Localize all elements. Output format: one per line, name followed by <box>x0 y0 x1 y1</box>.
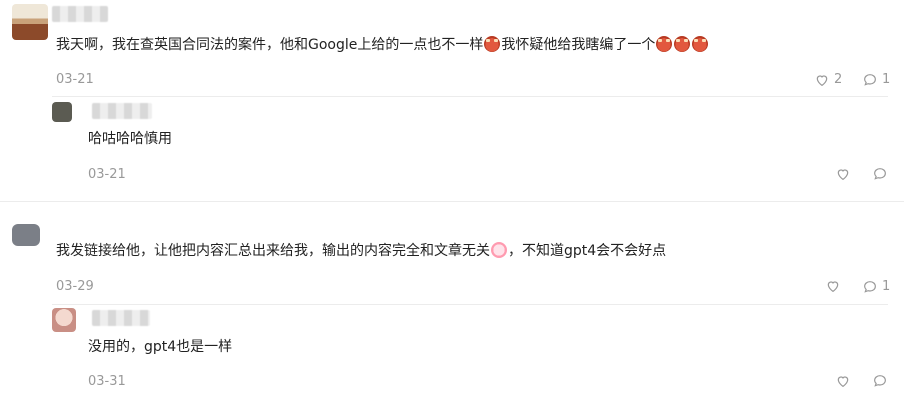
divider <box>52 96 888 97</box>
comment-text-part-2: ，不知道gpt4会不会好点 <box>508 243 667 259</box>
reply-date: 03-31 <box>88 374 126 389</box>
comment-text-part-2: 我怀疑他给我瞎编了一个 <box>501 37 656 53</box>
reply-text: 没用的，gpt4也是一样 <box>88 339 233 355</box>
comment-text: 我发链接给他，让他把内容汇总出来给我，输出的内容完全和文章无关 ，不知道gpt4会… <box>56 240 666 262</box>
reply-username-blurred[interactable] <box>92 310 150 326</box>
comment-date: 03-21 <box>56 72 94 87</box>
comment-date: 03-29 <box>56 279 94 294</box>
heart-icon <box>814 72 830 88</box>
reply-count: 1 <box>882 279 891 294</box>
comment-bubble-icon <box>872 373 888 389</box>
reply-like-button[interactable] <box>835 166 851 182</box>
like-count: 2 <box>834 72 843 87</box>
angry-emoji-icon <box>484 36 501 52</box>
comment-2: 我发链接给他，让他把内容汇总出来给我，输出的内容完全和文章无关 ，不知道gpt4会… <box>0 202 904 406</box>
like-button[interactable]: 2 <box>814 71 842 89</box>
reply-date: 03-21 <box>88 167 126 182</box>
reply-avatar[interactable] <box>52 102 72 122</box>
reply-button[interactable]: 1 <box>862 278 890 296</box>
crying-emoji-icon <box>491 242 507 258</box>
heart-icon <box>835 373 851 389</box>
comment-bubble-icon <box>862 72 878 88</box>
reply-count: 1 <box>882 72 891 87</box>
comment-text-part-1: 我发链接给他，让他把内容汇总出来给我，输出的内容完全和文章无关 <box>56 243 490 259</box>
comment-bubble-icon <box>872 166 888 182</box>
divider <box>52 304 888 305</box>
reply-avatar[interactable] <box>52 308 76 332</box>
heart-icon <box>835 166 851 182</box>
angry-emoji-icon <box>692 36 709 52</box>
reply-text: 哈咕哈哈慎用 <box>88 131 172 147</box>
reply-reply-button[interactable] <box>872 166 888 182</box>
avatar[interactable] <box>12 224 40 246</box>
reply-like-button[interactable] <box>835 373 851 389</box>
angry-emoji-icon <box>656 36 673 52</box>
heart-icon <box>825 278 841 294</box>
reply-username-blurred[interactable] <box>92 103 152 119</box>
reply-button[interactable]: 1 <box>862 71 890 89</box>
comment-text: 我天啊，我在查英国合同法的案件，他和Google上给的一点也不一样 我怀疑他给我瞎… <box>56 34 709 56</box>
comment-1: 我天啊，我在查英国合同法的案件，他和Google上给的一点也不一样 我怀疑他给我瞎… <box>0 0 904 200</box>
comment-text-part-1: 我天啊，我在查英国合同法的案件，他和Google上给的一点也不一样 <box>56 37 484 53</box>
angry-emoji-icon <box>674 36 691 52</box>
reply-reply-button[interactable] <box>872 373 888 389</box>
comment-bubble-icon <box>862 279 878 295</box>
username-blurred[interactable] <box>52 6 108 22</box>
like-button[interactable] <box>825 278 841 294</box>
avatar[interactable] <box>12 4 48 40</box>
